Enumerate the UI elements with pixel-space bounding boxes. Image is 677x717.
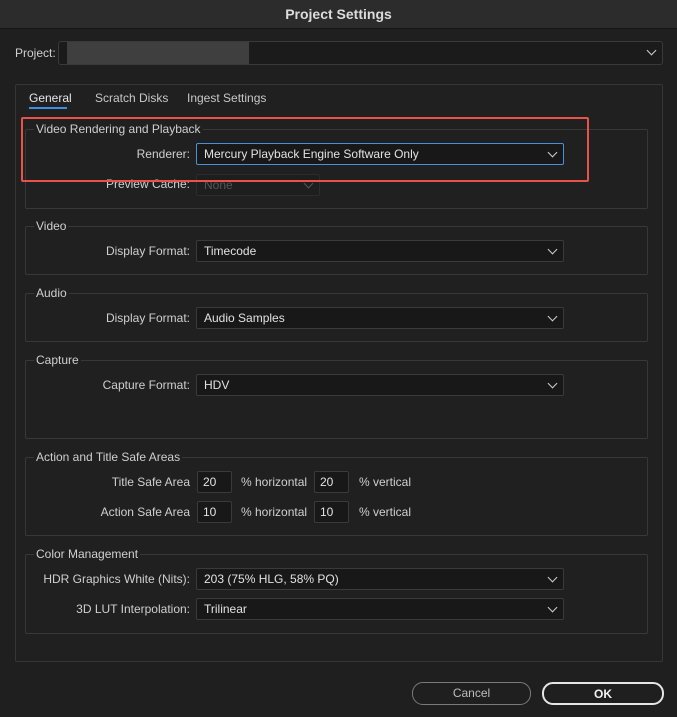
renderer-highlight-box	[21, 117, 589, 182]
title-safe-vertical-input[interactable]: 20	[314, 471, 349, 493]
chevron-down-icon	[547, 602, 558, 613]
capture-format-select[interactable]: HDV	[196, 374, 564, 396]
capture-title: Capture	[34, 353, 81, 367]
chevron-down-icon	[547, 572, 558, 583]
audio-display-format-select[interactable]: Audio Samples	[196, 307, 564, 329]
project-select[interactable]	[58, 41, 663, 65]
ok-button[interactable]: OK	[542, 682, 664, 705]
lut-interpolation-label: 3D LUT Interpolation:	[76, 602, 190, 616]
action-safe-vertical-value: 10	[320, 505, 334, 519]
title-safe-label: Title Safe Area	[111, 475, 190, 489]
video-display-format-select[interactable]: Timecode	[196, 240, 564, 262]
hdr-graphics-white-value: 203 (75% HLG, 58% PQ)	[204, 572, 339, 586]
capture-group: Capture	[25, 353, 648, 439]
hdr-graphics-white-select[interactable]: 203 (75% HLG, 58% PQ)	[196, 568, 564, 590]
title-safe-vertical-value: 20	[320, 475, 334, 489]
cancel-button-label: Cancel	[452, 686, 491, 700]
safe-areas-title: Action and Title Safe Areas	[34, 450, 183, 464]
video-title: Video	[34, 219, 69, 233]
title-safe-horizontal-input[interactable]: 20	[197, 471, 232, 493]
title-safe-horizontal-value: 20	[203, 475, 217, 489]
action-safe-horizontal-value: 10	[203, 505, 217, 519]
vertical-unit-label: % vertical	[359, 505, 412, 519]
lut-interpolation-select[interactable]: Trilinear	[196, 598, 564, 620]
video-display-format-value: Timecode	[204, 244, 257, 258]
horizontal-unit-label: % horizontal	[241, 475, 308, 489]
safe-areas-group: Action and Title Safe Areas	[25, 450, 648, 536]
project-label: Project:	[15, 46, 56, 60]
chevron-down-icon	[547, 244, 558, 255]
audio-display-format-value: Audio Samples	[204, 311, 285, 325]
tab-ingest-settings[interactable]: Ingest Settings	[187, 91, 266, 105]
vertical-unit-label: % vertical	[359, 475, 412, 489]
horizontal-unit-label: % horizontal	[241, 505, 308, 519]
audio-title: Audio	[34, 286, 69, 300]
tab-general[interactable]: General	[29, 91, 72, 105]
action-safe-vertical-input[interactable]: 10	[314, 501, 349, 523]
title-bar: Project Settings	[0, 0, 677, 29]
lut-interpolation-value: Trilinear	[204, 602, 247, 616]
hdr-graphics-white-label: HDR Graphics White (Nits):	[43, 572, 190, 586]
chevron-down-icon	[646, 45, 657, 56]
ok-button-label: OK	[594, 687, 612, 701]
action-safe-horizontal-input[interactable]: 10	[197, 501, 232, 523]
chevron-down-icon	[547, 311, 558, 322]
color-management-title: Color Management	[34, 547, 141, 561]
cancel-button[interactable]: Cancel	[412, 682, 531, 705]
color-management-group: Color Management	[25, 547, 648, 634]
capture-format-label: Capture Format:	[102, 378, 190, 392]
audio-display-format-label: Display Format:	[105, 311, 190, 325]
video-display-format-label: Display Format:	[105, 244, 190, 258]
tab-scratch-disks[interactable]: Scratch Disks	[95, 91, 168, 105]
project-name-redacted	[67, 42, 249, 64]
window-title: Project Settings	[285, 6, 392, 22]
active-tab-indicator	[29, 107, 67, 109]
action-safe-label: Action Safe Area	[100, 505, 190, 519]
chevron-down-icon	[547, 378, 558, 389]
capture-format-value: HDV	[204, 378, 230, 392]
